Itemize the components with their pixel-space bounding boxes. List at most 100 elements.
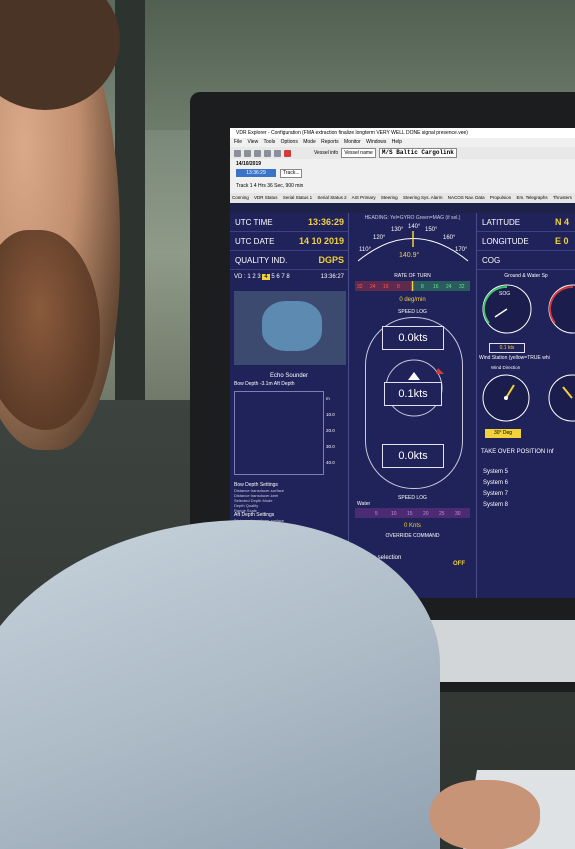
vd-time: 13:36:27 (320, 274, 344, 280)
quality-label: QUALITY IND. (235, 256, 288, 265)
system-item[interactable]: System 8 (483, 500, 508, 511)
rot-tick: 8 (421, 284, 424, 290)
override-value: OFF (453, 561, 465, 567)
wind-station-title: Wind Station (yellow=TRUE whi (479, 355, 550, 361)
menu-item[interactable]: File (234, 139, 242, 145)
echo-tick: 30.0 (326, 444, 335, 449)
rot-value: 0 deg/min (399, 297, 426, 303)
toolbar: Vessel info Vessel name M/S Baltic Cargo… (230, 147, 575, 159)
rot-title: RATE OF TURN (394, 273, 431, 279)
tab-serial-status-1[interactable]: Serial Status 1 (283, 195, 312, 200)
ship-name-field[interactable]: M/S Baltic Cargolink (378, 148, 457, 158)
water-speed-value: 0 Knts (403, 523, 421, 529)
tab-propulsion[interactable]: Propulsion (490, 195, 511, 200)
window-frame (115, 0, 145, 400)
print-icon[interactable] (254, 149, 261, 157)
tab-vdr-status[interactable]: VDR Status (254, 195, 278, 200)
settings-icon[interactable] (274, 149, 281, 157)
vessel-info-label: Vessel info (314, 150, 339, 156)
wind-degree-box: 30° Deg (485, 429, 521, 438)
ground-water-title: Ground & Water Sp (504, 273, 548, 279)
system-item[interactable]: System 6 (483, 478, 508, 489)
time-panel: 14/10/2019 13:36:29 Track... Track 1 4 H… (230, 159, 575, 193)
tab-em-telegraphs[interactable]: Em. Telegraphs (516, 195, 547, 200)
menu-item[interactable]: Options (281, 139, 298, 145)
speed-mid-box: 0.1kts (384, 382, 442, 406)
tab-nacos-nav-data[interactable]: NACOS Nav. Data (448, 195, 485, 200)
echo-tick: 40.0 (326, 460, 335, 465)
rot-tick: 32 (357, 284, 363, 290)
echo-tick: 10.0 (326, 412, 335, 417)
echo-sounder-plot (234, 391, 324, 475)
speed-forward-box: 0.0kts (382, 326, 444, 350)
heading-label: HEADING: Yel=GYRO Green=MAG (if sel.) (364, 215, 461, 221)
vd-selected[interactable]: 4 (262, 274, 270, 280)
rate-of-turn-bar: 32 24 16 8 8 16 24 32 (355, 281, 470, 291)
water-tick: 5 (375, 511, 378, 517)
save-icon[interactable] (244, 149, 251, 157)
override-command: OVERRIDE COMMAND (385, 533, 440, 539)
playback-time[interactable]: 13:36:29 (236, 169, 276, 177)
heading-tick: 160° (443, 235, 456, 241)
rot-tick: 16 (433, 284, 439, 290)
tab-conning[interactable]: Conning (232, 195, 249, 200)
water-tick: 15 (407, 511, 413, 517)
menu-item[interactable]: Tools (264, 139, 276, 145)
wind-hub (504, 396, 508, 400)
rot-tick: 24 (370, 284, 376, 290)
water-tick: 30 (455, 511, 461, 517)
track-button[interactable]: Track... (280, 169, 303, 178)
wind-direction-label: Wind Direction (491, 365, 521, 370)
water-tick: 25 (439, 511, 445, 517)
tab-serial-status-2[interactable]: Serial Status 2 (317, 195, 346, 200)
menu-item[interactable]: Windows (366, 139, 386, 145)
chart-icon[interactable] (264, 149, 271, 157)
longitude-value: E 0 (555, 236, 569, 246)
person-shirt (0, 520, 440, 849)
latitude-row: LATITUDE N 4 (477, 213, 575, 232)
person-hand (430, 780, 540, 849)
menu-item[interactable]: View (247, 139, 258, 145)
tab-ais-primary[interactable]: AIS Primary (352, 195, 376, 200)
radar-chart-thumbnail (234, 291, 346, 365)
vd-label: VD : (234, 274, 246, 280)
rot-tick: 8 (397, 284, 400, 290)
menu-bar: File View Tools Options Mode Reports Mon… (230, 138, 575, 147)
sea-area (262, 301, 322, 351)
tab-steering-alarm[interactable]: Steering Sys. Alarm (403, 195, 443, 200)
echo-scale: m 10.0 20.0 30.0 40.0 (326, 391, 335, 471)
wind-speed-gauge (548, 374, 575, 422)
system-item[interactable]: System 7 (483, 489, 508, 500)
sog-label: SOG (499, 291, 510, 297)
utc-date-label: UTC DATE (235, 237, 275, 246)
menu-item[interactable]: Reports (321, 139, 339, 145)
heading-arc: 110° 120° 130° 140° 150° 160° 170° 140.9… (357, 224, 469, 262)
tab-thrusters[interactable]: Thrusters (553, 195, 572, 200)
menu-item[interactable]: Monitor (344, 139, 361, 145)
track-info: Track 1 4 Hrs 36 Sec, 900 min (236, 183, 304, 189)
rot-tick: 24 (446, 284, 452, 290)
latitude-label: LATITUDE (482, 218, 521, 227)
menu-item[interactable]: Help (392, 139, 402, 145)
rot-tick: 16 (383, 284, 389, 290)
vessel-name-select[interactable]: Vessel name (341, 148, 376, 158)
menu-item[interactable]: Mode (303, 139, 316, 145)
vd-selector: VD : 1 2 3 4 5 6 7 8 13:36:27 (230, 270, 348, 284)
vd-numbers-rest[interactable]: 5 6 7 8 (271, 274, 289, 280)
heading-tick: 150° (425, 227, 438, 233)
stw-dial (548, 284, 575, 334)
speed-aft-box: 0.0kts (382, 444, 444, 468)
system-item[interactable]: System 5 (483, 467, 508, 478)
vd-numbers[interactable]: 1 2 3 (247, 274, 260, 280)
open-icon[interactable] (234, 149, 241, 157)
utc-time-label: UTC TIME (235, 218, 273, 227)
echo-tick: 20.0 (326, 428, 335, 433)
water-label: Water (357, 501, 371, 507)
heading-tick: 130° (391, 227, 404, 233)
wind-direction-gauge (482, 374, 530, 422)
window-title: VDR Explorer - Configuration (FMA extrac… (230, 128, 575, 138)
center-column: HEADING: Yel=GYRO Green=MAG (if sel.) 11… (349, 213, 477, 598)
stop-icon[interactable] (284, 149, 291, 157)
tab-steering[interactable]: Steering (381, 195, 398, 200)
echo-depth-info: Bow Depth -3.1m Aft Depth (234, 381, 295, 387)
